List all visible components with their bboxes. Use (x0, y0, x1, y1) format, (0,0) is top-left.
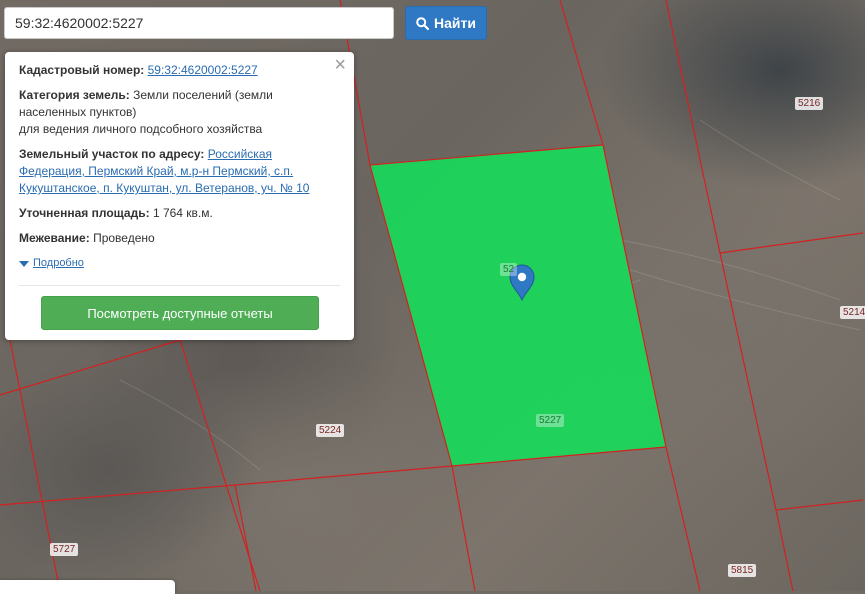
cadastral-number-link[interactable]: 59:32:4620002:5227 (148, 63, 258, 77)
land-category-value-1: Земли поселений (земли (133, 88, 273, 102)
details-toggle[interactable]: Подробно (19, 255, 340, 272)
divider (19, 285, 340, 286)
land-category-value-3: для ведения личного подсобного хозяйства (19, 122, 263, 136)
plot-label-5216: 5216 (795, 97, 824, 110)
caret-down-icon (19, 260, 29, 267)
plot-label-5224: 5224 (316, 424, 345, 437)
plot-label-partial: 52 (500, 263, 518, 276)
survey-value: Проведено (93, 231, 155, 245)
survey-row: Межевание: Проведено (19, 230, 340, 247)
search-button[interactable]: Найти (405, 6, 487, 40)
parcel-info-popup: × Кадастровый номер: 59:32:4620002:5227 … (5, 52, 354, 340)
area-value: 1 764 кв.м. (152, 206, 213, 220)
address-link-1[interactable]: Российская (208, 147, 272, 161)
map-scale-widget (0, 580, 175, 594)
view-reports-button[interactable]: Посмотреть доступные отчеты (41, 296, 319, 330)
area-label: Уточненная площадь: (19, 206, 150, 220)
land-category-value-2: населенных пунктов) (19, 105, 137, 119)
cadastral-number-label: Кадастровый номер: (19, 63, 145, 77)
address-label: Земельный участок по адресу: (19, 147, 205, 161)
area-row: Уточненная площадь: 1 764 кв.м. (19, 205, 340, 222)
selected-parcel[interactable] (370, 145, 666, 466)
search-input[interactable] (4, 7, 394, 39)
cadastral-number-row: Кадастровый номер: 59:32:4620002:5227 (19, 62, 340, 79)
plot-label-5727: 5727 (50, 543, 79, 556)
land-category-label: Категория земель: (19, 88, 130, 102)
land-category-row: Категория земель: Земли поселений (земли… (19, 87, 340, 138)
plot-label-5227: 5227 (536, 414, 565, 427)
plot-label-5214: 5214 (840, 306, 865, 319)
search-button-label: Найти (434, 15, 476, 31)
address-row: Земельный участок по адресу: Российская … (19, 146, 340, 197)
survey-label: Межевание: (19, 231, 90, 245)
plot-label-5815: 5815 (728, 564, 757, 577)
address-link-2[interactable]: Федерация, Пермский Край, м.р-н Пермский… (19, 164, 293, 178)
details-link[interactable]: Подробно (33, 255, 84, 272)
close-icon[interactable]: × (334, 55, 346, 75)
address-link-3[interactable]: Кукуштанское, п. Кукуштан, ул. Ветеранов… (19, 181, 309, 195)
search-icon (416, 16, 430, 30)
